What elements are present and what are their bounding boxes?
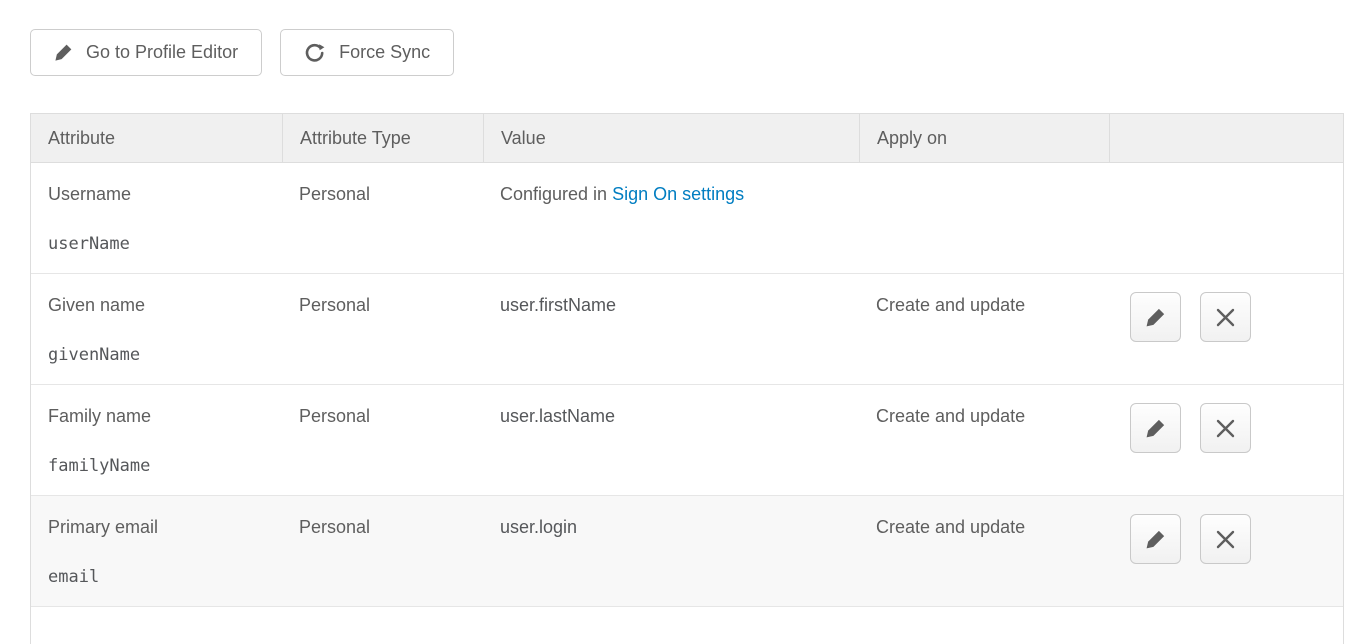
table-row-username: Username userName Personal Configured in… [31, 163, 1343, 274]
actions-cell [1109, 385, 1343, 495]
remove-button[interactable] [1200, 292, 1251, 342]
force-sync-button[interactable]: Force Sync [280, 29, 454, 76]
remove-button[interactable] [1200, 403, 1251, 453]
attribute-label: Primary email [48, 517, 158, 537]
header-attribute-type: Attribute Type [282, 114, 483, 162]
attribute-code: givenName [48, 344, 268, 366]
attribute-label: Family name [48, 406, 151, 426]
value-cell: user.login [483, 496, 859, 606]
attribute-mappings-table: Attribute Attribute Type Value Apply on … [30, 113, 1344, 644]
toolbar: Go to Profile Editor Force Sync [30, 29, 454, 76]
attribute-type-cell: Personal [282, 496, 483, 606]
actions-cell [1109, 496, 1343, 606]
sign-on-settings-link[interactable]: Sign On settings [612, 184, 744, 204]
header-apply-on: Apply on [859, 114, 1109, 162]
go-to-profile-editor-button[interactable]: Go to Profile Editor [30, 29, 262, 76]
table-row-given-name: Given name givenName Personal user.first… [31, 274, 1343, 385]
attribute-label: Given name [48, 295, 145, 315]
pencil-icon [1145, 418, 1166, 439]
header-actions [1109, 114, 1343, 162]
apply-on-cell: Create and update [859, 274, 1109, 384]
go-to-profile-editor-label: Go to Profile Editor [86, 42, 238, 63]
edit-button[interactable] [1130, 403, 1181, 453]
close-icon [1214, 306, 1237, 329]
close-icon [1214, 528, 1237, 551]
edit-button[interactable] [1130, 292, 1181, 342]
header-value: Value [483, 114, 859, 162]
pencil-icon [1145, 529, 1166, 550]
attribute-type-cell: Personal [282, 385, 483, 495]
value-cell: user.firstName [483, 274, 859, 384]
actions-cell [1109, 163, 1343, 273]
value-cell: Configured in Sign On settings [483, 163, 859, 273]
header-attribute: Attribute [31, 114, 282, 162]
attribute-cell: Primary email email [31, 496, 282, 606]
attribute-label: Username [48, 184, 131, 204]
refresh-icon [304, 42, 326, 64]
apply-on-cell [859, 163, 1109, 273]
apply-on-cell: Create and update [859, 385, 1109, 495]
attribute-code: familyName [48, 455, 268, 477]
table-row-primary-email: Primary email email Personal user.login … [31, 496, 1343, 607]
attribute-type-cell: Personal [282, 274, 483, 384]
pencil-icon [1145, 307, 1166, 328]
table-header-row: Attribute Attribute Type Value Apply on [31, 114, 1343, 163]
pencil-icon [54, 43, 73, 62]
remove-button[interactable] [1200, 514, 1251, 564]
attribute-code: userName [48, 233, 268, 255]
close-icon [1214, 417, 1237, 440]
table-row-partial [31, 607, 1343, 644]
edit-button[interactable] [1130, 514, 1181, 564]
attribute-cell: Given name givenName [31, 274, 282, 384]
apply-on-cell: Create and update [859, 496, 1109, 606]
force-sync-label: Force Sync [339, 42, 430, 63]
table-row-family-name: Family name familyName Personal user.las… [31, 385, 1343, 496]
attribute-cell: Family name familyName [31, 385, 282, 495]
value-cell: user.lastName [483, 385, 859, 495]
actions-cell [1109, 274, 1343, 384]
attribute-code: email [48, 566, 268, 588]
value-prefix: Configured in [500, 184, 607, 204]
attribute-type-cell: Personal [282, 163, 483, 273]
attribute-cell: Username userName [31, 163, 282, 273]
